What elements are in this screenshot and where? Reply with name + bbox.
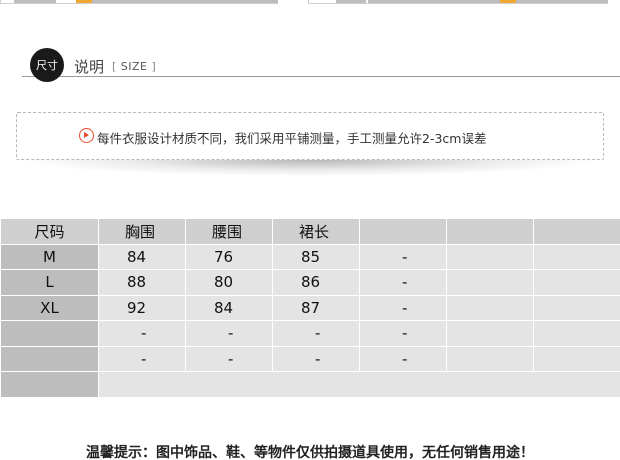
header-cell [359,218,447,245]
table-cell [533,320,620,347]
size-label-cell [0,345,99,372]
thumbnail-strip-right [308,0,620,6]
thumbnail-bar [14,0,56,3]
table-cell: 87 [272,294,360,321]
thumbnail-chip [76,0,92,3]
thumbnail-bar [336,0,366,3]
header-cell [533,218,620,245]
bracket-open: [ [112,60,117,73]
thumbnail-bar [92,0,278,3]
table-cell [446,345,534,372]
table-cell: 80 [185,269,273,296]
table-cell: - [98,320,186,347]
table-cell [533,345,620,372]
thumbnail-strip-left [0,0,278,6]
header-cell: 裙长 [272,218,360,245]
size-label-cell [0,320,99,347]
table-row: - - - - [0,320,620,347]
thumbnail-chip [500,0,516,3]
header-cell: 腰围 [185,218,273,245]
size-label-cell [0,371,99,398]
table-cell: - [185,320,273,347]
thumbnail-bar [368,0,500,3]
table-cell: - [98,345,186,372]
table-cell: - [359,320,447,347]
section-title: 说明 [74,58,105,76]
table-cell [533,294,620,321]
thumbnail-bar [516,0,608,3]
table-cell: 84 [98,243,186,270]
measurement-notice: 每件衣服设计材质不同，我们采用平铺测量，手工测量允许2-3cm误差 [16,112,604,160]
header-cell: 胸围 [98,218,186,245]
table-row: L 88 80 86 - [0,269,620,296]
table-cell: 76 [185,243,273,270]
table-cell [98,371,620,398]
table-cell: - [359,269,447,296]
table-cell: - [359,345,447,372]
arrow-circle-icon [79,128,94,143]
bracket-close: ] [151,60,157,73]
table-cell: 84 [185,294,273,321]
table-cell: - [359,294,447,321]
table-cell [446,243,534,270]
table-cell: 86 [272,269,360,296]
table-cell: - [185,345,273,372]
table-cell [533,243,620,270]
size-table: 尺码 胸围 腰围 裙长 M 84 76 85 - L 88 80 86 - XL… [0,218,620,398]
table-cell: - [272,345,360,372]
table-cell [446,294,534,321]
notice-shadow [24,160,596,176]
table-cell: - [359,243,447,270]
notice-text: 每件衣服设计材质不同，我们采用平铺测量，手工测量允许2-3cm误差 [97,131,487,146]
table-row: M 84 76 85 - [0,243,620,270]
header-cell [446,218,534,245]
section-subtitle: [ SIZE ] [112,60,156,73]
table-row: XL 92 84 87 - [0,294,620,321]
table-row [0,371,620,398]
table-cell: - [272,320,360,347]
size-label-cell: M [0,243,99,270]
table-row: - - - - [0,345,620,372]
table-cell [446,269,534,296]
table-cell: 92 [98,294,186,321]
table-header-row: 尺码 胸围 腰围 裙长 [0,218,620,245]
size-label-cell: XL [0,294,99,321]
table-cell: 88 [98,269,186,296]
table-cell [533,269,620,296]
header-rule [22,76,620,77]
section-header: 尺寸 说明 [ SIZE ] [22,48,620,88]
table-cell: 85 [272,243,360,270]
footer-note: 温馨提示：图中饰品、鞋、等物件仅供拍摄道具使用，无任何销售用途！ [86,445,534,460]
size-label-cell: L [0,269,99,296]
subtitle-text: SIZE [120,60,148,73]
size-badge-icon: 尺寸 [30,48,64,82]
header-cell: 尺码 [0,218,99,245]
table-cell [446,320,534,347]
